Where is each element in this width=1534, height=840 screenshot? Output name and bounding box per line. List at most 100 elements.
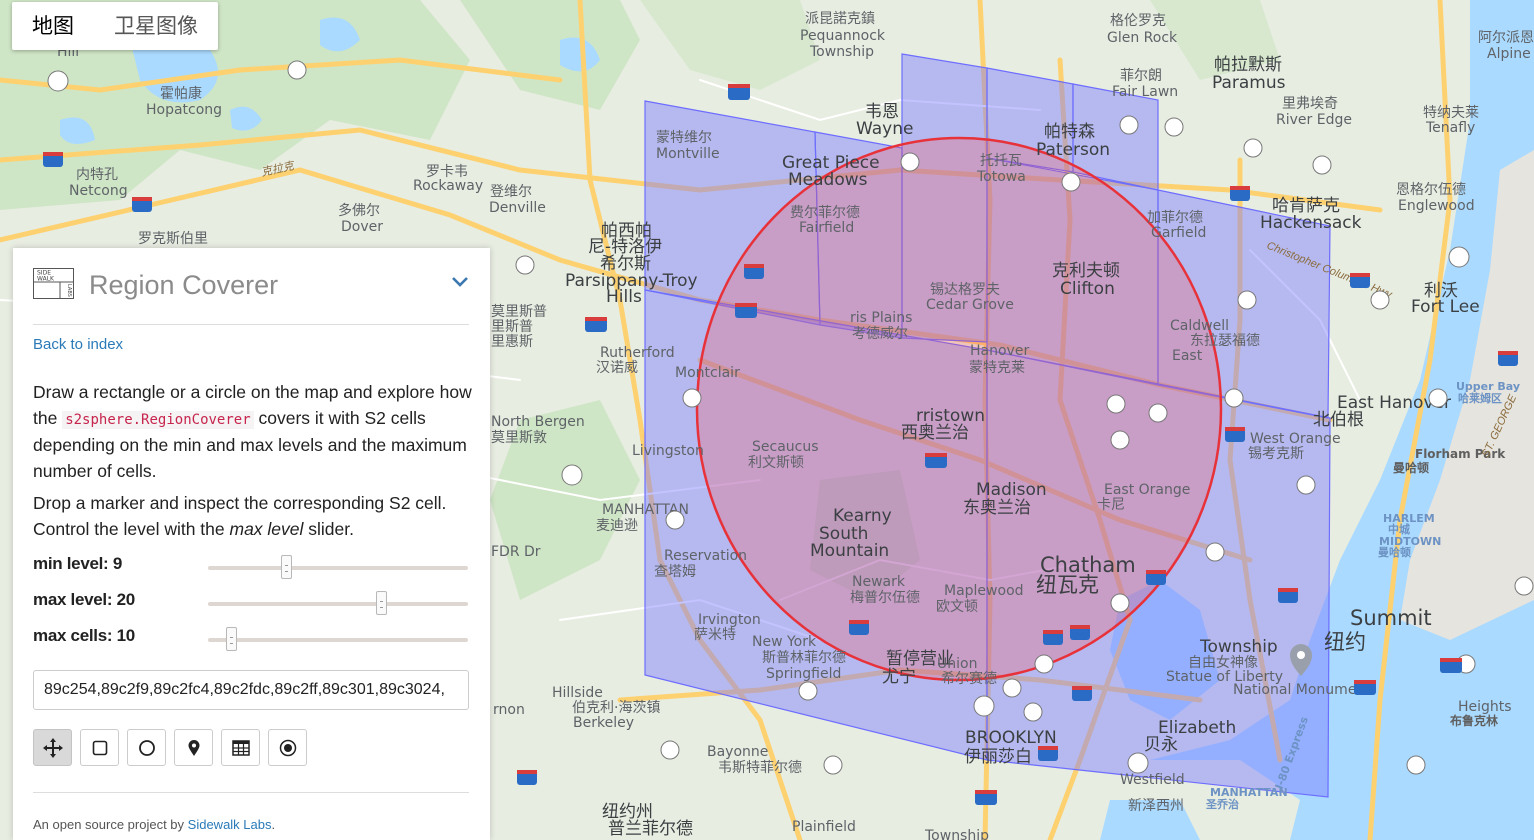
map-type-control[interactable]: 地图 卫星图像	[12, 2, 218, 50]
map-label: Irvington	[698, 612, 761, 628]
map-label: Dover	[341, 219, 383, 235]
map-label: Wayne	[856, 119, 913, 139]
map-label: 新泽西州	[1128, 798, 1184, 814]
map-label: 欧文顿	[936, 599, 978, 615]
map-label: 特纳夫莱	[1423, 105, 1479, 121]
map-label: Township	[1199, 637, 1278, 657]
map-label: Hackensack	[1260, 213, 1362, 233]
map-label: Paramus	[1212, 73, 1286, 93]
pan-tool-button[interactable]	[33, 729, 72, 766]
map-label: 东奥兰治	[963, 498, 1031, 518]
map-type-satellite-button[interactable]: 卫星图像	[94, 2, 218, 50]
footer-text: An open source project by	[33, 817, 188, 832]
map-label: Secaucus	[752, 439, 819, 455]
description-draw: Draw a rectangle or a circle on the map …	[33, 380, 473, 484]
back-to-index-link[interactable]: Back to index	[33, 336, 123, 353]
map-label: Springfield	[766, 666, 841, 682]
map-label: Cedar Grove	[926, 297, 1014, 313]
description-marker: Drop a marker and inspect the correspond…	[33, 491, 473, 542]
map-type-roadmap-button[interactable]: 地图	[12, 2, 94, 50]
map-label: Fair Lawn	[1112, 84, 1178, 100]
max-cells-label: max cells: 10	[33, 626, 135, 645]
circle-icon	[138, 739, 155, 756]
map-label: Kearny	[833, 506, 892, 526]
map-label: Alpine	[1487, 46, 1531, 62]
svg-text:LABS: LABS	[66, 284, 72, 297]
map-label: Reservation	[664, 548, 747, 564]
chevron-down-icon[interactable]	[451, 268, 469, 294]
map-label: Hillside	[552, 685, 603, 701]
circle-tool-button[interactable]	[127, 729, 166, 766]
map-label: Clifton	[1060, 279, 1115, 299]
map-label: Union	[937, 656, 977, 672]
map-label: New York	[752, 634, 817, 650]
footer-text: .	[271, 817, 276, 832]
map-label: Hills	[606, 287, 642, 307]
min-level-slider[interactable]	[208, 555, 468, 579]
map-label: Meadows	[788, 170, 868, 190]
map-label: 曼哈顿	[1378, 545, 1411, 559]
map-label: 考德威尔	[852, 326, 908, 342]
map-label: Englewood	[1398, 198, 1475, 214]
max-level-slider-handle[interactable]	[375, 591, 387, 615]
map-label: 斯普林菲尔德	[762, 650, 846, 666]
map-label: 伯克利·海茨镇	[572, 700, 660, 716]
map-label: 派昆諾克鎮	[805, 11, 875, 27]
map-label: 里斯普	[491, 319, 533, 335]
map-label: 利文斯顿	[748, 455, 804, 471]
map-label: Rutherford	[600, 345, 675, 361]
map-label: 贝永	[1144, 735, 1178, 755]
sidewalk-labs-link[interactable]: Sidewalk Labs	[188, 817, 272, 832]
map-label: 尤宁	[882, 667, 916, 687]
map-label: 曼哈顿	[1393, 460, 1429, 475]
map-label: 里惠斯	[491, 334, 533, 350]
map-label: Totowa	[976, 169, 1026, 185]
map-label: 莫里斯普	[491, 304, 547, 320]
map-label: Pequannock	[800, 28, 886, 44]
map-label: Hopatcong	[146, 102, 222, 118]
map-label: 菲尔朗	[1120, 68, 1162, 84]
map-label: National Monument	[1233, 682, 1371, 698]
map-label: Township	[924, 828, 989, 840]
cell-ids-input[interactable]	[33, 670, 469, 710]
min-level-label: min level: 9	[33, 554, 122, 573]
max-cells-slider[interactable]	[208, 627, 468, 651]
map-label: East Orange	[1104, 482, 1190, 498]
map-label: 纽瓦克	[1036, 573, 1099, 597]
map-label: Montville	[656, 146, 720, 162]
map-label: Hanover	[970, 343, 1029, 359]
map-label: 内特孔	[76, 167, 118, 183]
map-label: 梅普尔伍德	[850, 590, 920, 606]
map-label: 多佛尔	[338, 202, 380, 219]
map-label: 帕特森	[1044, 122, 1095, 142]
code-snippet: s2sphere.RegionCoverer	[62, 410, 254, 429]
map-label: 纽约	[1324, 630, 1366, 654]
map-label: Bayonne	[707, 744, 768, 760]
map-label: 蒙特克莱	[969, 360, 1025, 376]
min-level-slider-handle[interactable]	[280, 555, 292, 579]
max-cells-slider-handle[interactable]	[226, 627, 238, 651]
map-label: Caldwell	[1170, 318, 1229, 334]
map-label: Denville	[489, 200, 546, 216]
grid-tool-button[interactable]	[221, 729, 260, 766]
map-label: ris Plains	[850, 310, 912, 326]
map-label: 圣乔治	[1205, 797, 1239, 811]
max-level-row: max level: 20	[33, 590, 469, 616]
map-label: Paterson	[1036, 140, 1110, 160]
marker-tool-button[interactable]	[174, 729, 213, 766]
map-label: 布鲁克林	[1450, 713, 1498, 728]
map-label: 罗克斯伯里	[138, 231, 208, 247]
panel-title: Region Coverer	[89, 270, 279, 300]
cell-tool-button[interactable]	[268, 729, 307, 766]
map-label: Mountain	[810, 541, 889, 561]
map-label: West Orange	[1250, 431, 1341, 447]
map-label: Glen Rock	[1107, 30, 1178, 46]
map-label: 霍帕康	[160, 85, 202, 102]
rectangle-tool-button[interactable]	[80, 729, 119, 766]
max-level-slider[interactable]	[208, 591, 468, 615]
map-label: Montclair	[675, 365, 740, 381]
map-label: Tenafly	[1425, 120, 1475, 136]
map-label: FDR Dr	[491, 544, 541, 560]
map-label: 汉诺威	[596, 360, 638, 376]
map-label: 卡尼	[1097, 497, 1125, 513]
